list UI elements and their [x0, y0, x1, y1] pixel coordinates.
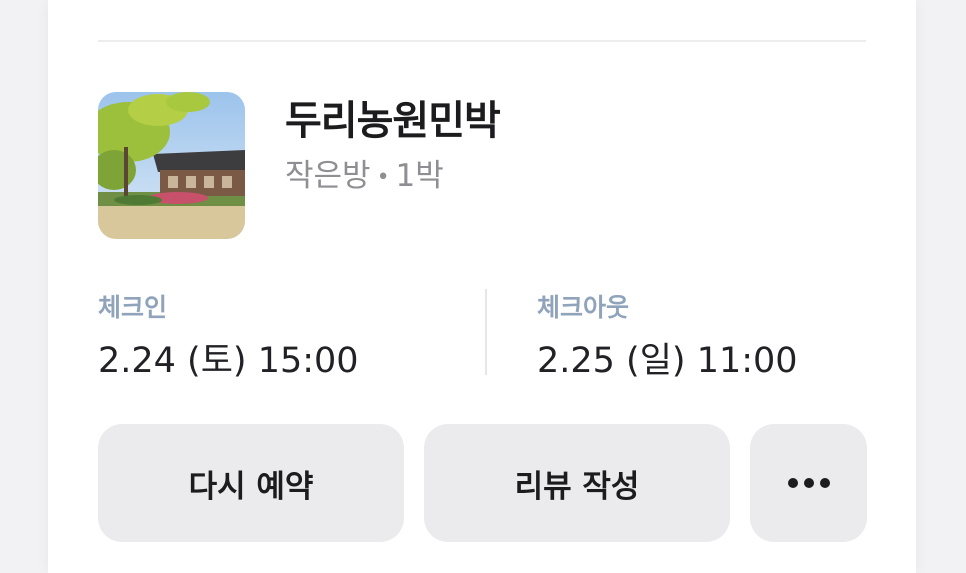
nights-count: 1박 — [395, 158, 444, 194]
section-divider — [98, 40, 866, 42]
checkout-section: 체크아웃 2.25 (일) 11:00 — [537, 288, 798, 383]
separator-dot: • — [376, 165, 390, 190]
checkout-label: 체크아웃 — [537, 293, 630, 322]
write-review-button[interactable]: 리뷰 작성 — [424, 424, 730, 542]
column-divider — [485, 289, 487, 375]
checkout-datetime: 2.25 (일) 11:00 — [537, 341, 798, 381]
listing-details: 작은방 • 1박 — [285, 150, 444, 195]
room-type: 작은방 — [285, 158, 371, 194]
more-options-button[interactable] — [750, 424, 867, 542]
checkin-datetime: 2.24 (토) 15:00 — [98, 341, 359, 381]
write-review-button-label: 리뷰 작성 — [514, 468, 640, 505]
rebook-button-label: 다시 예약 — [188, 468, 314, 505]
checkin-section: 체크인 2.24 (토) 15:00 — [98, 288, 359, 383]
rebook-button[interactable]: 다시 예약 — [98, 424, 404, 542]
listing-thumbnail[interactable] — [98, 92, 245, 239]
guesthouse-photo — [98, 92, 245, 239]
more-horizontal-icon — [787, 478, 830, 488]
reservation-card: 두리농원민박 작은방 • 1박 체크인 2.24 (토) 15:00 체크아웃 2.… — [48, 0, 916, 573]
listing-name: 두리농원민박 — [285, 98, 501, 144]
checkin-label: 체크인 — [98, 293, 168, 322]
